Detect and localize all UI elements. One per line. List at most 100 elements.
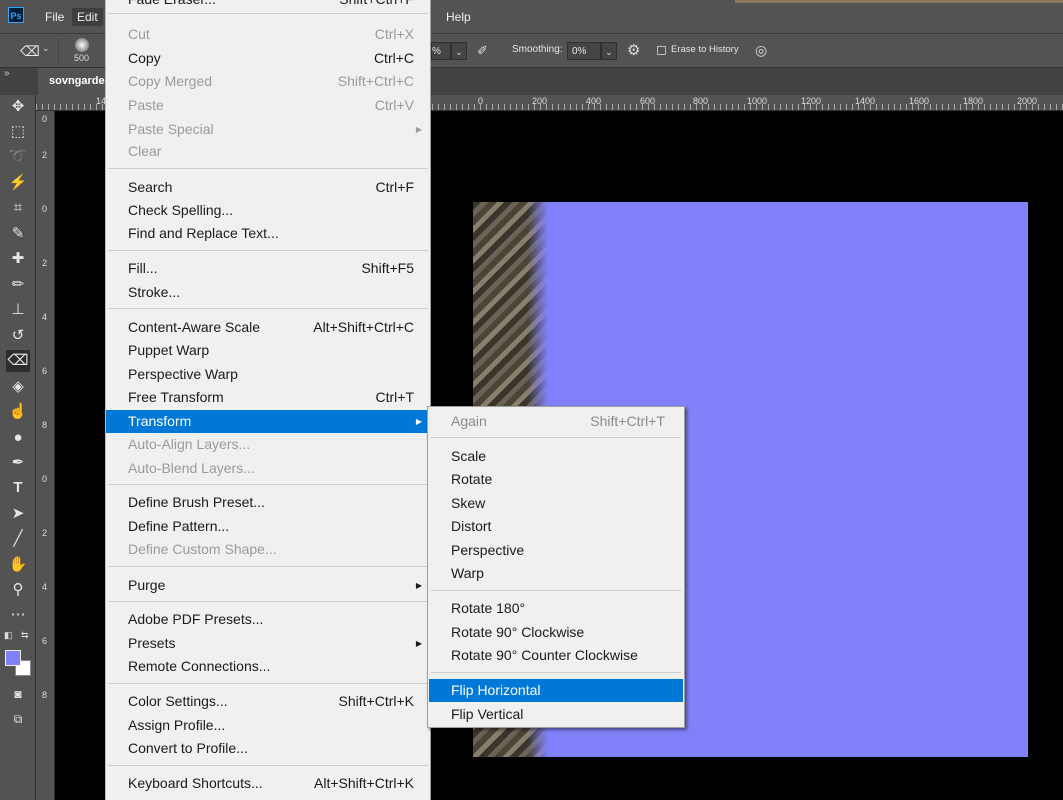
history-brush-tool-icon[interactable]: ↺ [6,325,30,347]
crop-tool-icon[interactable]: ⌗ [6,197,30,219]
pen-tool-icon[interactable]: ✒ [6,452,30,474]
opacity-dropdown[interactable]: ⌄ [451,42,467,60]
quick-mask-icon[interactable]: ◙ [6,683,30,705]
menu-item-adobe-pdf-presets[interactable]: Adobe PDF Presets... [106,608,430,631]
menu-item-paste[interactable]: Paste Ctrl+V [106,94,430,117]
menu-item-search[interactable]: Search Ctrl+F [106,176,430,199]
submenu-item-distort[interactable]: Distort [429,515,683,538]
clone-stamp-tool-icon[interactable]: ⊥ [6,299,30,321]
menu-item-check-spelling[interactable]: Check Spelling... [106,199,430,222]
submenu-item-flip-vertical[interactable]: Flip Vertical [429,703,683,726]
airbrush-icon[interactable]: ✐ [477,42,495,60]
menu-item-color-settings[interactable]: Color Settings... Shift+Ctrl+K [106,690,430,713]
brush-preview-icon[interactable] [75,38,89,52]
menu-item-assign-profile[interactable]: Assign Profile... [106,714,430,737]
menu-item-auto-align-layers[interactable]: Auto-Align Layers... [106,433,430,456]
foreground-color-swatch[interactable] [5,650,21,666]
menu-item-free-transform[interactable]: Free Transform Ctrl+T [106,386,430,409]
menu-item-copy-merged[interactable]: Copy Merged Shift+Ctrl+C [106,70,430,93]
hand-tool-icon[interactable]: ✋ [6,554,30,576]
menu-item-purge[interactable]: Purge ▶ [106,574,430,597]
ruler-label: 1200 [801,96,822,106]
menu-file[interactable]: File [40,0,69,34]
submenu-item-scale[interactable]: Scale [429,445,683,468]
menu-item-keyboard-shortcuts[interactable]: Keyboard Shortcuts... Alt+Shift+Ctrl+K [106,772,430,795]
collapse-icon[interactable]: » [4,68,10,79]
line-tool-icon[interactable]: ╱ [6,528,30,550]
opacity-input[interactable]: % [431,42,451,60]
more-tools-icon[interactable]: ⋯ [6,604,30,626]
menu-item-label: Find and Replace Text... [128,225,279,241]
submenu-item-rotate-90-ccw[interactable]: Rotate 90° Counter Clockwise [429,644,683,667]
menu-item-fill[interactable]: Fill... Shift+F5 [106,257,430,280]
menu-item-label: Remote Connections... [128,658,271,674]
menu-item-convert-to-profile[interactable]: Convert to Profile... [106,737,430,760]
menu-edit[interactable]: Edit [72,8,103,26]
submenu-item-label: Scale [451,448,487,464]
magic-wand-tool-icon[interactable]: ⚡ [6,172,30,194]
healing-brush-tool-icon[interactable]: ✚ [6,248,30,270]
smudge-tool-icon[interactable]: ☝ [6,401,30,423]
smoothing-input[interactable]: 0% [567,42,601,60]
ruler-label: 0 [478,96,484,106]
brush-tool-icon[interactable]: ✏ [6,274,30,296]
paint-bucket-tool-icon[interactable]: ◈ [6,376,30,398]
menu-item-label: Paste [128,97,164,113]
swap-colors-icon[interactable]: ⇆ [21,630,29,641]
submenu-item-rotate-90-cw[interactable]: Rotate 90° Clockwise [429,621,683,644]
erase-to-history-checkbox[interactable] [657,46,666,55]
move-tool-icon[interactable]: ✥ [6,96,30,118]
submenu-item-flip-horizontal[interactable]: Flip Horizontal [429,679,683,702]
menu-item-define-brush-preset[interactable]: Define Brush Preset... [106,491,430,514]
gear-icon[interactable]: ⚙ [627,41,640,59]
menu-item-perspective-warp[interactable]: Perspective Warp [106,363,430,386]
zoom-tool-icon[interactable]: ⚲ [6,579,30,601]
ruler-label: 800 [693,96,709,106]
path-selection-tool-icon[interactable]: ➤ [6,503,30,525]
marquee-tool-icon[interactable]: ⬚ [6,121,30,143]
chevron-down-icon[interactable]: ⌄ [42,43,50,54]
menu-separator [108,13,428,14]
ruler-label: 4 [42,582,48,592]
dodge-tool-icon[interactable]: ● [6,427,30,449]
menu-item-label: Define Brush Preset... [128,494,265,510]
menu-item-define-pattern[interactable]: Define Pattern... [106,515,430,538]
default-colors-icon[interactable]: ◧ [4,630,13,641]
menu-item-label: Auto-Blend Layers... [128,460,255,476]
menu-item-auto-blend-layers[interactable]: Auto-Blend Layers... [106,457,430,480]
submenu-item-warp[interactable]: Warp [429,562,683,585]
menu-item-transform[interactable]: Transform ▶ [106,410,430,433]
menu-item-presets[interactable]: Presets ▶ [106,632,430,655]
menu-item-remote-connections[interactable]: Remote Connections... [106,655,430,678]
screen-mode-icon[interactable]: ⧉ [6,708,30,730]
menu-item-paste-special[interactable]: Paste Special ▶ [106,118,430,141]
menu-item-cut[interactable]: Cut Ctrl+X [106,23,430,46]
menu-item-label: Paste Special [128,121,214,137]
menu-item-stroke[interactable]: Stroke... [106,281,430,304]
menu-item-shortcut: Ctrl+X [374,26,414,42]
ruler-label: 600 [640,96,656,106]
eraser-tool-icon[interactable]: ⌫ [6,350,30,372]
menu-item-clear[interactable]: Clear [106,140,430,163]
eyedropper-tool-icon[interactable]: ✎ [6,223,30,245]
submenu-item-perspective[interactable]: Perspective [429,539,683,562]
submenu-item-rotate-180[interactable]: Rotate 180° [429,597,683,620]
menu-item-label: Presets [128,635,176,651]
lasso-tool-icon[interactable]: ➰ [6,146,30,168]
menu-item-fade-eraser[interactable]: Fade Eraser... Shift+Ctrl+F [106,0,430,11]
submenu-item-rotate[interactable]: Rotate [429,468,683,491]
menu-help[interactable]: Help [441,0,476,34]
eraser-icon[interactable]: ⌫ [20,43,40,59]
menu-item-puppet-warp[interactable]: Puppet Warp [106,339,430,362]
menu-item-find-replace[interactable]: Find and Replace Text... [106,222,430,245]
type-tool-icon[interactable]: T [6,477,30,499]
menu-separator [431,437,681,438]
menu-item-content-aware-scale[interactable]: Content-Aware Scale Alt+Shift+Ctrl+C [106,316,430,339]
submenu-item-skew[interactable]: Skew [429,492,683,515]
document-tab[interactable]: sovngarde [38,68,108,95]
pressure-icon[interactable]: ◎ [755,42,767,59]
submenu-item-again[interactable]: Again Shift+Ctrl+T [429,410,683,433]
menu-item-copy[interactable]: Copy Ctrl+C [106,47,430,70]
smoothing-dropdown[interactable]: ⌄ [601,42,617,60]
menu-item-define-custom-shape[interactable]: Define Custom Shape... [106,538,430,561]
